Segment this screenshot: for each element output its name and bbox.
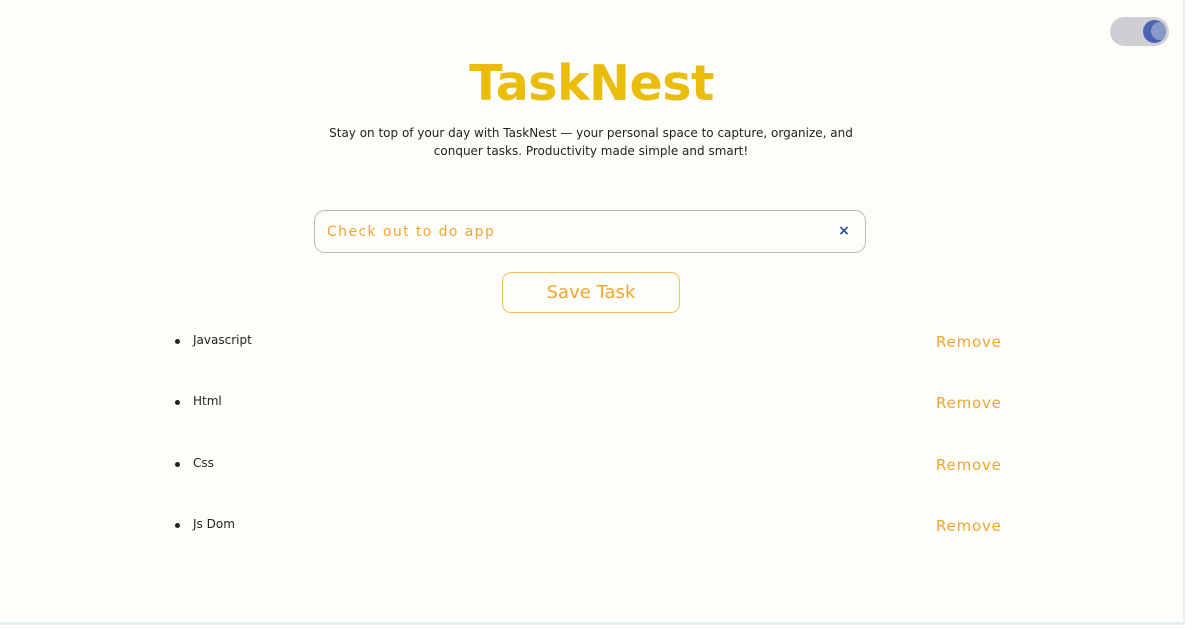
app-container: TaskNest Stay on top of your day with Ta… <box>0 0 1185 625</box>
save-task-button[interactable]: Save Task <box>502 272 680 313</box>
task-text: Css <box>193 456 214 470</box>
close-icon[interactable]: × <box>835 222 853 240</box>
bullet-icon <box>175 523 180 528</box>
remove-button[interactable]: Remove <box>936 330 1002 354</box>
moon-icon <box>1143 20 1166 43</box>
task-input-wrapper: × <box>314 210 866 253</box>
remove-button[interactable]: Remove <box>936 391 1002 415</box>
app-title: TaskNest <box>469 55 714 112</box>
remove-button[interactable]: Remove <box>936 514 1002 538</box>
list-item: Javascript Remove <box>174 330 1014 354</box>
bullet-icon <box>175 339 180 344</box>
task-text: Javascript <box>193 333 252 347</box>
task-input[interactable] <box>327 211 827 252</box>
bullet-icon <box>175 400 180 405</box>
list-item: Html Remove <box>174 391 1014 415</box>
list-item: Js Dom Remove <box>174 514 1014 538</box>
task-text: Js Dom <box>193 517 235 531</box>
app-subtitle: Stay on top of your day with TaskNest — … <box>329 126 853 158</box>
task-text: Html <box>193 394 222 408</box>
list-item: Css Remove <box>174 453 1014 477</box>
remove-button[interactable]: Remove <box>936 453 1002 477</box>
bullet-icon <box>175 462 180 467</box>
theme-toggle[interactable] <box>1110 17 1169 46</box>
